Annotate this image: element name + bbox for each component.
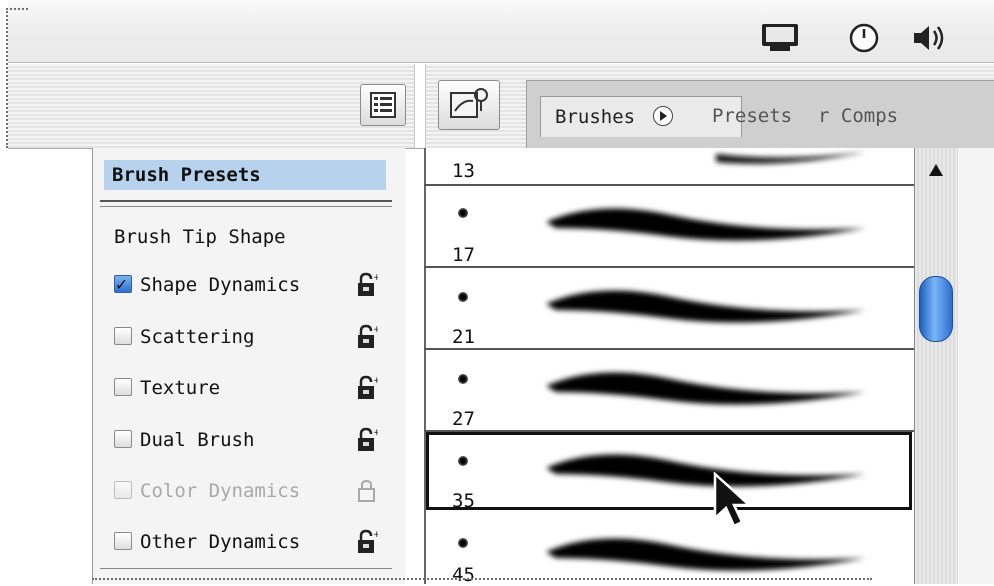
brush-presets-item[interactable]: Brush Presets <box>104 160 386 190</box>
brush-tool-icon <box>450 88 488 118</box>
option-label: Shape Dynamics <box>140 274 301 296</box>
tab-brushes-label: Brushes <box>555 106 636 128</box>
brush-stroke-preview <box>546 372 866 405</box>
brush-stroke-preview <box>546 538 866 571</box>
mouse-cursor-icon <box>713 472 752 528</box>
option-dual-brush[interactable]: Dual Brush <box>114 425 254 455</box>
tab-comps[interactable]: r Comps <box>818 96 898 136</box>
dual-brush-checkbox[interactable] <box>114 429 132 448</box>
lock-icon[interactable]: + <box>356 324 378 350</box>
option-shape-dynamics[interactable]: Shape Dynamics <box>114 270 300 300</box>
brush-row-divider <box>424 348 914 350</box>
tab-comps-label: r Comps <box>818 105 899 127</box>
brush-tip-icon <box>458 374 468 384</box>
tab-presets-label: Presets <box>712 105 793 127</box>
other-dynamics-checkbox[interactable] <box>114 531 132 550</box>
option-label: Texture <box>140 377 221 399</box>
lock-icon-disabled <box>358 479 375 502</box>
clock-icon[interactable] <box>844 20 884 56</box>
tab-menu-arrow-icon[interactable] <box>652 105 673 126</box>
brush-size-label[interactable]: 45 <box>452 564 475 586</box>
option-label: Color Dynamics <box>140 480 301 502</box>
panel-divider-bottom <box>100 568 392 569</box>
brush-size-label[interactable]: 13 <box>452 160 475 182</box>
brush-options-panel <box>92 148 405 584</box>
option-color-dynamics: Color Dynamics <box>114 476 300 506</box>
brush-stroke-previews <box>546 152 866 571</box>
shape-dynamics-checkbox[interactable] <box>114 270 132 300</box>
brush-stroke-preview <box>716 152 866 164</box>
brush-preset-button[interactable] <box>438 80 500 130</box>
display-icon[interactable] <box>760 20 800 56</box>
brush-row-divider <box>424 266 914 268</box>
svg-text:+: + <box>373 273 378 283</box>
palette-options-icon <box>370 92 396 118</box>
option-scattering[interactable]: Scattering <box>114 322 254 352</box>
brush-tip-icon <box>458 292 468 302</box>
lock-icon[interactable]: + <box>356 427 378 453</box>
color-dynamics-checkbox <box>114 480 132 499</box>
lock-icon[interactable]: + <box>356 375 378 401</box>
scroll-up-arrow-icon[interactable] <box>918 154 954 190</box>
brush-tip-icon <box>458 208 468 218</box>
brush-tip-icon <box>458 538 468 548</box>
svg-text:+: + <box>373 376 378 386</box>
volume-icon[interactable] <box>910 20 950 56</box>
brush-row-divider <box>424 184 914 186</box>
lock-icon[interactable]: + <box>356 272 378 298</box>
option-label: Dual Brush <box>140 429 255 451</box>
scattering-checkbox[interactable] <box>114 326 132 345</box>
brush-tip-shape-item[interactable]: Brush Tip Shape <box>114 222 286 252</box>
svg-text:+: + <box>373 428 378 438</box>
palette-options-button[interactable] <box>360 84 406 126</box>
selected-brush-row[interactable] <box>426 432 912 510</box>
option-other-dynamics[interactable]: Other Dynamics <box>114 527 300 557</box>
lock-icon[interactable]: + <box>356 529 378 555</box>
panel-divider <box>100 200 392 207</box>
brush-stroke-preview <box>546 208 866 241</box>
brush-size-label[interactable]: 21 <box>452 326 475 348</box>
brush-size-label[interactable]: 27 <box>452 408 475 430</box>
texture-checkbox[interactable] <box>114 377 132 396</box>
toolbar-divider <box>414 64 426 148</box>
tab-presets[interactable]: Presets <box>712 96 792 136</box>
brush-size-label[interactable]: 17 <box>452 244 475 266</box>
option-texture[interactable]: Texture <box>114 373 220 403</box>
selection-marquee-top <box>6 8 28 10</box>
option-label: Scattering <box>140 326 255 348</box>
brush-preset-list <box>424 148 916 584</box>
selection-marquee-bottom <box>92 578 872 580</box>
svg-text:+: + <box>373 530 378 540</box>
vertical-scrollbar[interactable] <box>914 148 959 584</box>
scrollbar-thumb[interactable] <box>919 276 953 342</box>
option-label: Other Dynamics <box>140 531 301 553</box>
svg-text:+: + <box>373 325 378 335</box>
right-panel-edge <box>958 148 994 584</box>
brush-stroke-preview <box>546 290 866 323</box>
